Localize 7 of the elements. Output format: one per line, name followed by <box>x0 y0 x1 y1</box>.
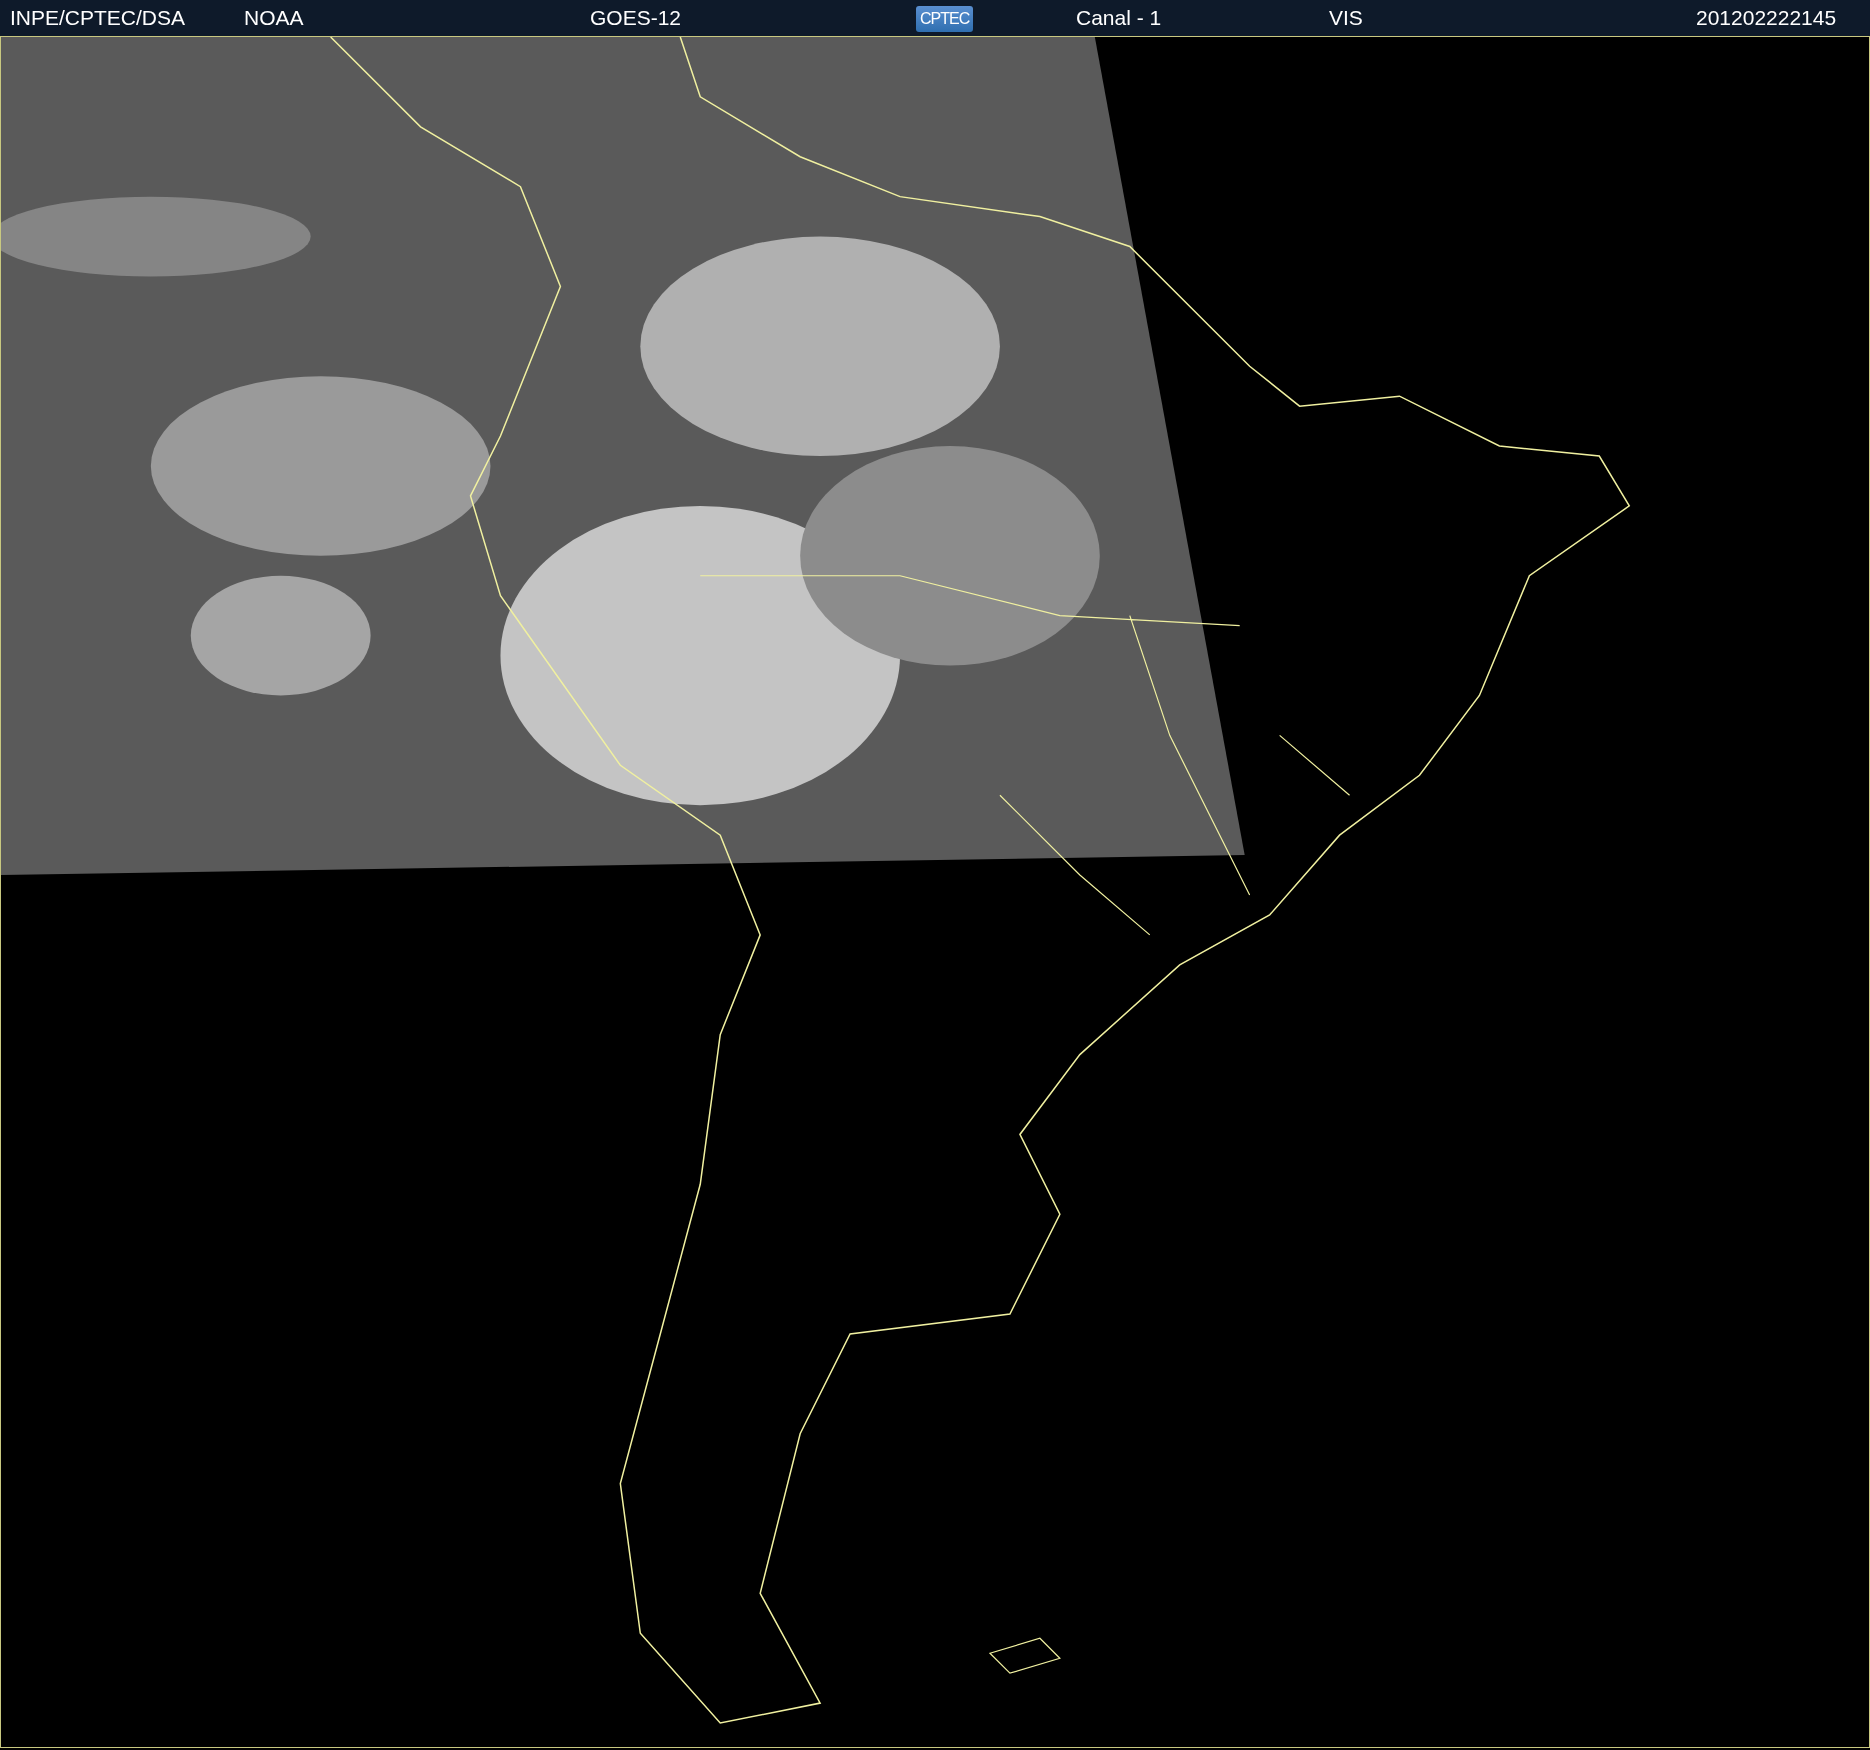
header-label: VIS <box>1329 6 1363 29</box>
header-label: 201202222145 <box>1696 6 1837 29</box>
header-label: INPE/CPTEC/DSA <box>10 6 186 29</box>
header-label: GOES-12 <box>590 6 682 29</box>
logo: CPTEC <box>916 5 974 32</box>
header-label: NOAA <box>244 6 304 29</box>
header-label: Canal - 1 <box>1076 6 1162 29</box>
